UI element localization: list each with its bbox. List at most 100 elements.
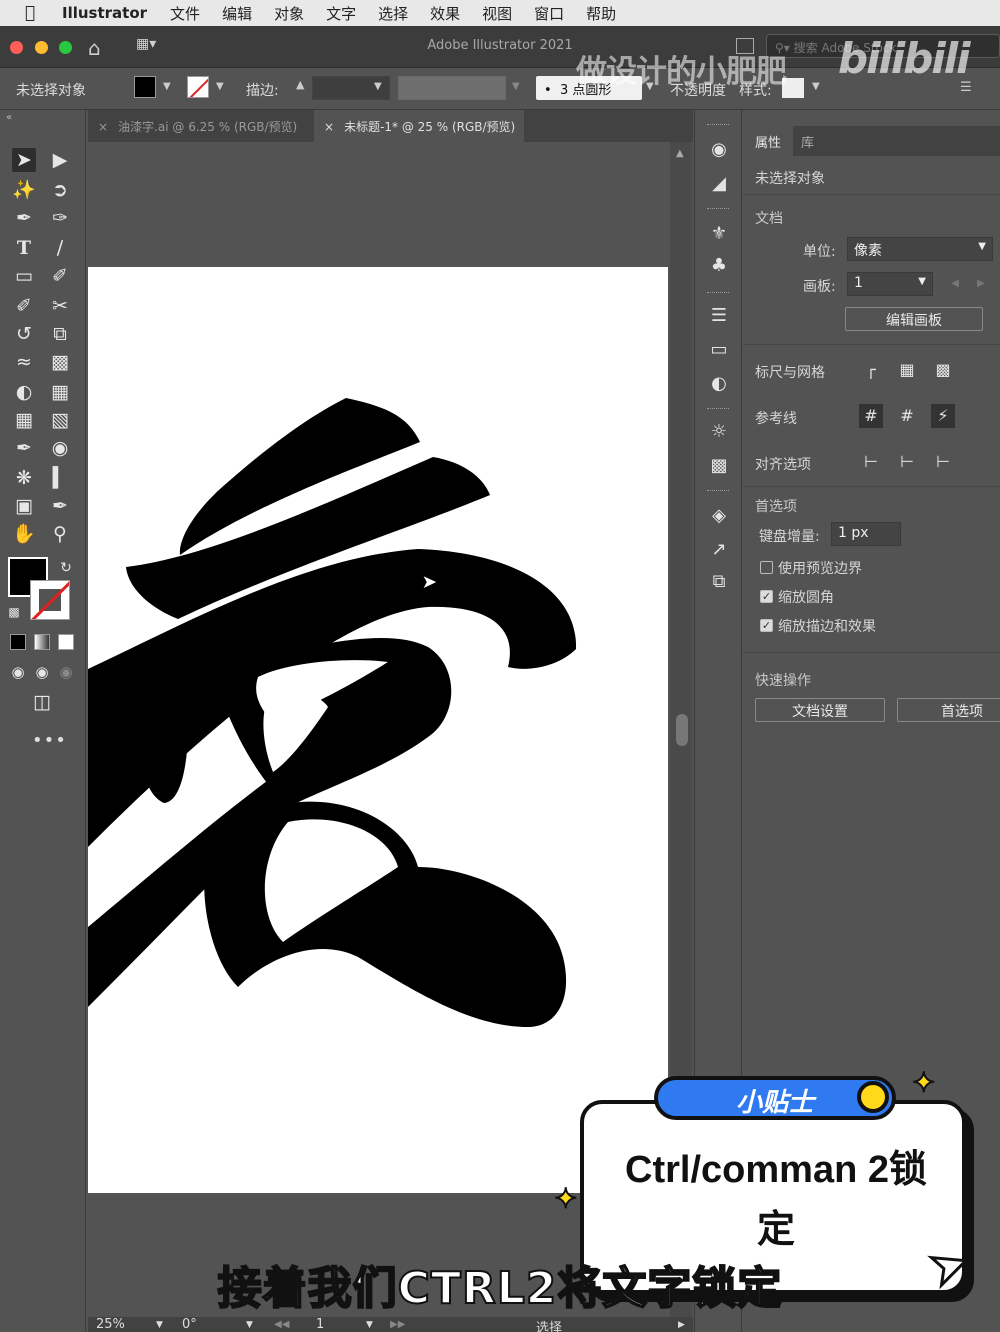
- status-mode[interactable]: 选择: [536, 1317, 562, 1332]
- stroke-stepper-icon[interactable]: ▲: [296, 78, 304, 91]
- paintbrush-tool-icon[interactable]: ✐: [48, 264, 72, 288]
- scale-strokes-checkbox[interactable]: ✓: [760, 619, 773, 632]
- show-guides-icon[interactable]: #: [859, 404, 883, 428]
- curvature-tool-icon[interactable]: ✑: [48, 206, 72, 230]
- none-mode-icon[interactable]: [58, 634, 74, 650]
- panel-grip[interactable]: [707, 292, 729, 295]
- direct-selection-tool-icon[interactable]: ▶: [48, 148, 72, 172]
- use-preview-bounds-checkbox[interactable]: [760, 561, 773, 574]
- menu-object[interactable]: 对象: [263, 3, 315, 24]
- tab-document-1[interactable]: × 油漆字.ai @ 6.25 % (RGB/预览): [88, 110, 314, 142]
- style-dropdown-icon[interactable]: ▼: [812, 81, 820, 92]
- artboards-panel-icon[interactable]: ⧉: [707, 570, 731, 594]
- slice-tool-icon[interactable]: ✒: [48, 494, 72, 518]
- color-mode-icon[interactable]: [10, 634, 26, 650]
- next-artboard-icon[interactable]: ▶: [969, 272, 993, 296]
- scale-corners-checkbox[interactable]: ✓: [760, 590, 773, 603]
- edit-toolbar-icon[interactable]: •••: [32, 730, 67, 751]
- artboard-tool-icon[interactable]: ▣: [12, 494, 36, 518]
- apple-icon[interactable]: : [0, 3, 60, 23]
- menu-type[interactable]: 文字: [315, 3, 367, 24]
- transparency-panel-icon[interactable]: ◐: [707, 372, 731, 396]
- close-tab-icon[interactable]: ×: [324, 120, 334, 134]
- close-tab-icon[interactable]: ×: [98, 120, 108, 134]
- tab-document-2[interactable]: × 未标题-1* @ 25 % (RGB/预览): [314, 110, 524, 142]
- zoom-tool-icon[interactable]: ⚲: [48, 522, 72, 546]
- shape-builder-tool-icon[interactable]: ◐: [12, 380, 36, 404]
- zoom-dropdown-icon[interactable]: ▼: [156, 1320, 163, 1330]
- stroke-panel-icon[interactable]: ☰: [707, 304, 731, 328]
- status-menu-icon[interactable]: ▶: [678, 1320, 685, 1330]
- tab-properties[interactable]: 属性: [743, 126, 794, 156]
- lock-guides-icon[interactable]: #: [895, 404, 919, 428]
- column-graph-tool-icon[interactable]: ▍: [48, 466, 72, 490]
- graphic-styles-icon[interactable]: ▩: [707, 454, 731, 478]
- stroke-dropdown-icon[interactable]: ▼: [216, 81, 224, 92]
- preferences-button[interactable]: 首选项: [897, 698, 1000, 722]
- asset-export-icon[interactable]: ↗: [707, 538, 731, 562]
- stroke-color-box[interactable]: [30, 580, 70, 620]
- artboard[interactable]: [88, 267, 668, 1193]
- artboard-select[interactable]: 1 ▼: [847, 272, 933, 296]
- workspace-switcher-icon[interactable]: ▦▾: [136, 36, 156, 52]
- menu-app-name[interactable]: Illustrator: [60, 4, 159, 22]
- panel-grip[interactable]: [707, 408, 729, 411]
- color-palette-icon[interactable]: ◉: [707, 138, 731, 162]
- panel-grip[interactable]: [707, 490, 729, 493]
- keyboard-increment-field[interactable]: 1 px: [831, 522, 901, 546]
- menu-effect[interactable]: 效果: [419, 3, 471, 24]
- previous-artboard-icon[interactable]: ◀: [943, 272, 967, 296]
- artboard-dropdown-icon[interactable]: ▼: [366, 1320, 373, 1330]
- menu-window[interactable]: 窗口: [523, 3, 575, 24]
- tab-libraries[interactable]: 库: [789, 126, 826, 156]
- rotate-tool-icon[interactable]: ↺: [12, 322, 36, 346]
- zoom-window-button[interactable]: [59, 41, 72, 54]
- snap-to-grid-icon[interactable]: ⊢: [895, 450, 919, 474]
- scale-tool-icon[interactable]: ⧉: [48, 322, 72, 346]
- layers-icon[interactable]: ◈: [707, 504, 731, 528]
- color-guide-icon[interactable]: ◢: [707, 172, 731, 196]
- type-tool-icon[interactable]: T: [12, 236, 36, 260]
- artboard-number[interactable]: 1: [316, 1317, 324, 1332]
- free-transform-tool-icon[interactable]: ▩: [48, 350, 72, 374]
- stroke-swatch[interactable]: [187, 76, 209, 98]
- calligraphy-glyph[interactable]: [88, 267, 668, 1193]
- edit-artboard-button[interactable]: 编辑画板: [845, 307, 983, 331]
- transparency-grid-icon[interactable]: ▩: [931, 358, 955, 382]
- symbol-sprayer-tool-icon[interactable]: ❋: [12, 466, 36, 490]
- fill-swatch[interactable]: [134, 76, 156, 98]
- screen-mode-icon[interactable]: ◫: [30, 690, 54, 714]
- hand-tool-icon[interactable]: ✋: [12, 522, 36, 546]
- menu-file[interactable]: 文件: [159, 3, 211, 24]
- appearance-panel-icon[interactable]: ☼: [707, 420, 731, 444]
- units-select[interactable]: 像素 ▼: [847, 237, 993, 261]
- variable-width-profile[interactable]: [398, 76, 506, 100]
- rulers-icon[interactable]: ┌: [859, 358, 883, 382]
- stroke-weight-dropdown-icon[interactable]: ▼: [374, 81, 382, 92]
- last-artboard-icon[interactable]: ▶▶: [390, 1319, 405, 1330]
- swap-fill-stroke-icon[interactable]: ↻: [54, 556, 78, 580]
- default-colors-icon[interactable]: ▩: [2, 600, 26, 624]
- rotation-value[interactable]: 0°: [182, 1317, 197, 1332]
- first-artboard-icon[interactable]: ◀◀: [274, 1319, 289, 1330]
- panel-grip[interactable]: [707, 208, 729, 211]
- panel-grip[interactable]: [707, 124, 729, 127]
- shaper-tool-icon[interactable]: ✐: [12, 294, 36, 318]
- collapse-toolbar-icon[interactable]: «: [6, 112, 12, 123]
- blend-tool-icon[interactable]: ◉: [48, 436, 72, 460]
- snap-to-point-icon[interactable]: ⊢: [859, 450, 883, 474]
- document-setup-button[interactable]: 文档设置: [755, 698, 885, 722]
- mesh-tool-icon[interactable]: ▦: [12, 408, 36, 432]
- scroll-up-icon[interactable]: ▲: [676, 148, 684, 159]
- scrollbar-thumb[interactable]: [676, 714, 688, 746]
- draw-behind-icon[interactable]: ◉: [30, 660, 54, 684]
- magic-wand-tool-icon[interactable]: ✨: [12, 178, 36, 202]
- scissors-tool-icon[interactable]: ✂: [48, 294, 72, 318]
- rotation-dropdown-icon[interactable]: ▼: [246, 1320, 253, 1330]
- menu-help[interactable]: 帮助: [575, 3, 627, 24]
- lasso-tool-icon[interactable]: ➲: [48, 178, 72, 202]
- smart-guides-icon[interactable]: ⚡: [931, 404, 955, 428]
- line-tool-icon[interactable]: ∕: [48, 236, 72, 260]
- menu-view[interactable]: 视图: [471, 3, 523, 24]
- menu-select[interactable]: 选择: [367, 3, 419, 24]
